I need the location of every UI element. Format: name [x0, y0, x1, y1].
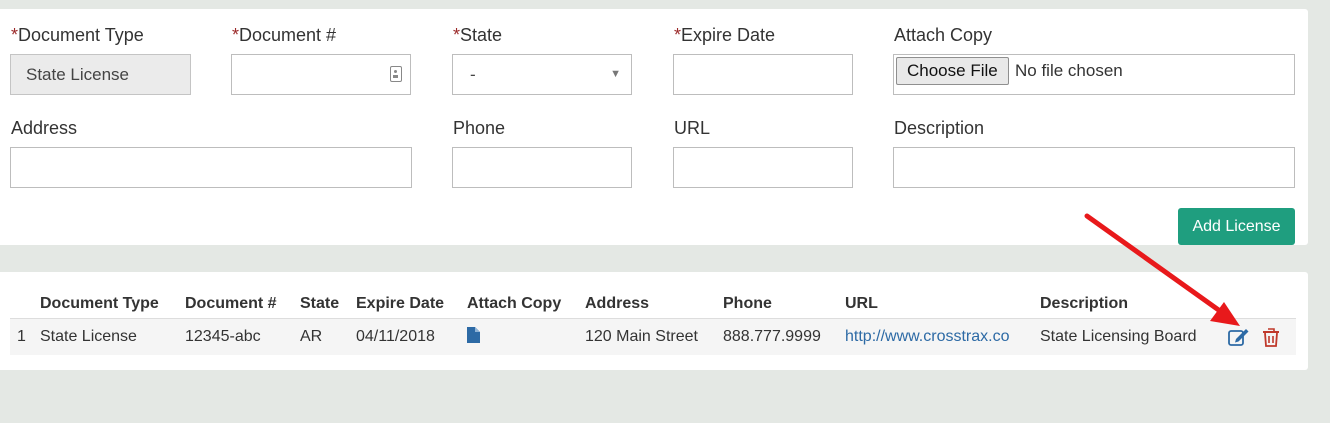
- address-label: Address: [11, 118, 78, 138]
- table-header-row: Document Type Document # State Expire Da…: [10, 290, 1296, 319]
- column-header: State: [300, 295, 340, 312]
- table-row: 1 State License 12345-abc AR 04/11/2018 …: [10, 318, 1296, 356]
- cell-attach-copy: [467, 319, 585, 356]
- attach-copy-file-input: Choose File No file chosen: [893, 54, 1295, 95]
- cell-state: AR: [300, 328, 323, 345]
- column-header: Attach Copy: [467, 295, 562, 312]
- cell-address: 120 Main Street: [585, 328, 698, 345]
- no-file-chosen-text: No file chosen: [1015, 61, 1123, 80]
- add-license-button[interactable]: Add License: [1178, 208, 1295, 245]
- column-header-index: [10, 290, 40, 319]
- required-mark: *: [232, 25, 240, 45]
- url-input[interactable]: [673, 147, 853, 188]
- state-selected-value: -: [470, 65, 476, 84]
- description-input[interactable]: [893, 147, 1295, 188]
- expire-date-input[interactable]: [673, 54, 853, 95]
- trash-icon[interactable]: [1263, 327, 1279, 347]
- row-index: 1: [17, 328, 26, 345]
- column-header: Address: [585, 295, 650, 312]
- phone-label: Phone: [453, 118, 506, 138]
- state-select[interactable]: - ▼: [452, 54, 632, 95]
- description-label: Description: [894, 118, 985, 138]
- required-mark: *: [674, 25, 682, 45]
- column-header-actions: [1197, 290, 1296, 319]
- license-form: *Document Type *Document # *State *Expir…: [0, 9, 1308, 245]
- cell-document-type: State License: [40, 328, 137, 345]
- column-header: URL: [845, 295, 878, 312]
- document-type-value: State License: [26, 65, 130, 84]
- phone-input[interactable]: [452, 147, 632, 188]
- cell-document-number: 12345-abc: [185, 328, 261, 345]
- url-label: URL: [674, 118, 711, 138]
- address-input[interactable]: [10, 147, 412, 188]
- document-icon[interactable]: [467, 326, 480, 348]
- cell-description: State Licensing Board: [1040, 328, 1197, 345]
- chevron-down-icon: ▼: [610, 68, 621, 80]
- attach-copy-label: Attach Copy: [894, 25, 993, 45]
- column-header: Document #: [185, 295, 277, 312]
- choose-file-button[interactable]: Choose File: [896, 57, 1009, 85]
- row-actions: [1197, 319, 1296, 356]
- expire-date-label: *Expire Date: [674, 25, 776, 45]
- license-table-panel: Document Type Document # State Expire Da…: [0, 272, 1308, 370]
- document-type-label: *Document Type: [11, 25, 144, 45]
- state-label: *State: [453, 25, 503, 45]
- cell-phone: 888.777.9999: [723, 328, 821, 345]
- column-header: Document Type: [40, 295, 159, 312]
- document-type-field: State License: [10, 54, 191, 95]
- cell-url[interactable]: http://www.crosstrax.co: [845, 319, 1040, 356]
- cell-expire-date: 04/11/2018: [356, 328, 435, 345]
- document-number-input[interactable]: [231, 54, 411, 95]
- required-mark: *: [11, 25, 19, 45]
- license-table: Document Type Document # State Expire Da…: [10, 290, 1296, 355]
- column-header: Expire Date: [356, 295, 445, 312]
- document-number-label: *Document #: [232, 25, 337, 45]
- contact-card-icon: [390, 66, 402, 82]
- required-mark: *: [453, 25, 461, 45]
- column-header: Description: [1040, 295, 1129, 312]
- edit-icon[interactable]: [1227, 327, 1250, 347]
- column-header: Phone: [723, 295, 772, 312]
